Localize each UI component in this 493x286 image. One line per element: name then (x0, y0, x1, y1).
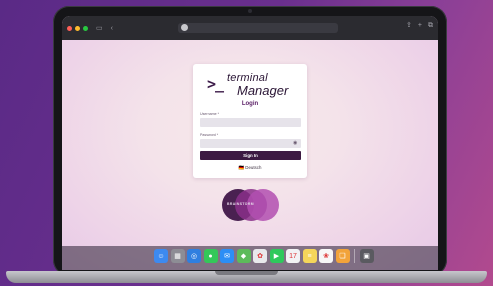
login-card: >_ terminal Manager Login Username * Pas… (193, 64, 307, 178)
dock-facetime-icon[interactable]: ▶ (269, 249, 284, 263)
dock-mail-icon[interactable]: ✉ (220, 249, 234, 263)
camera (248, 9, 252, 13)
username-label: Username * (200, 112, 219, 116)
address-bar[interactable] (178, 23, 338, 33)
dock-books-icon[interactable]: ❏ (335, 249, 350, 263)
dock-photos-icon[interactable]: ✿ (253, 249, 267, 263)
dock-launchpad-icon[interactable]: ▦ (170, 249, 185, 263)
browser-toolbar: ▭ ‹ ⇪ + ⧉ (62, 16, 438, 40)
dock-safari-icon[interactable]: ◎ (187, 249, 201, 263)
terminal-manager-logo: >_ terminal Manager (207, 72, 297, 102)
tabs-icon[interactable]: ⧉ (428, 22, 433, 29)
company-name: BRAINSTORM (227, 202, 254, 206)
eye-icon[interactable]: ◉ (293, 141, 297, 146)
dock-notes-icon[interactable]: ≡ (302, 249, 317, 263)
dock: ☺ ▦ ◎ ● ✉ ◆ ✿ ▶ 17 ≡ ❀ ❏ ▣ (154, 249, 374, 263)
logo-prompt: >_ (207, 75, 224, 93)
login-title: Login (241, 101, 259, 107)
logo-line2: Manager (237, 83, 289, 98)
company-logo: BRAINSTORM (222, 189, 280, 221)
dock-maps-icon[interactable]: ◆ (236, 249, 251, 263)
username-field[interactable] (200, 118, 301, 127)
toolbar-right-icons: ⇪ + ⧉ (406, 22, 433, 29)
dock-messages-icon[interactable]: ● (203, 249, 218, 263)
back-icon[interactable]: ‹ (111, 25, 113, 32)
zoom-window-button[interactable] (83, 25, 88, 31)
laptop-notch (215, 271, 278, 275)
dock-finder-icon[interactable]: ☺ (154, 249, 168, 263)
dock-trash-icon[interactable]: ▣ (359, 249, 374, 263)
close-window-button[interactable] (67, 25, 72, 31)
dock-calendar-icon[interactable]: 17 (286, 249, 300, 263)
language-switch[interactable]: 🇩🇪 Deutsch (193, 165, 307, 171)
password-field[interactable] (200, 139, 301, 148)
sidebar-icon[interactable]: ▭ (96, 25, 103, 32)
new-tab-icon[interactable]: + (418, 22, 422, 29)
window-controls (67, 25, 88, 31)
password-label: Password * (200, 133, 219, 137)
dock-photo-library-icon[interactable]: ❀ (319, 249, 333, 263)
minimize-window-button[interactable] (75, 25, 80, 31)
share-icon[interactable]: ⇪ (406, 22, 412, 29)
dock-separator (354, 249, 355, 263)
sign-in-button[interactable]: Sign In (200, 151, 301, 160)
shield-icon (181, 24, 188, 31)
